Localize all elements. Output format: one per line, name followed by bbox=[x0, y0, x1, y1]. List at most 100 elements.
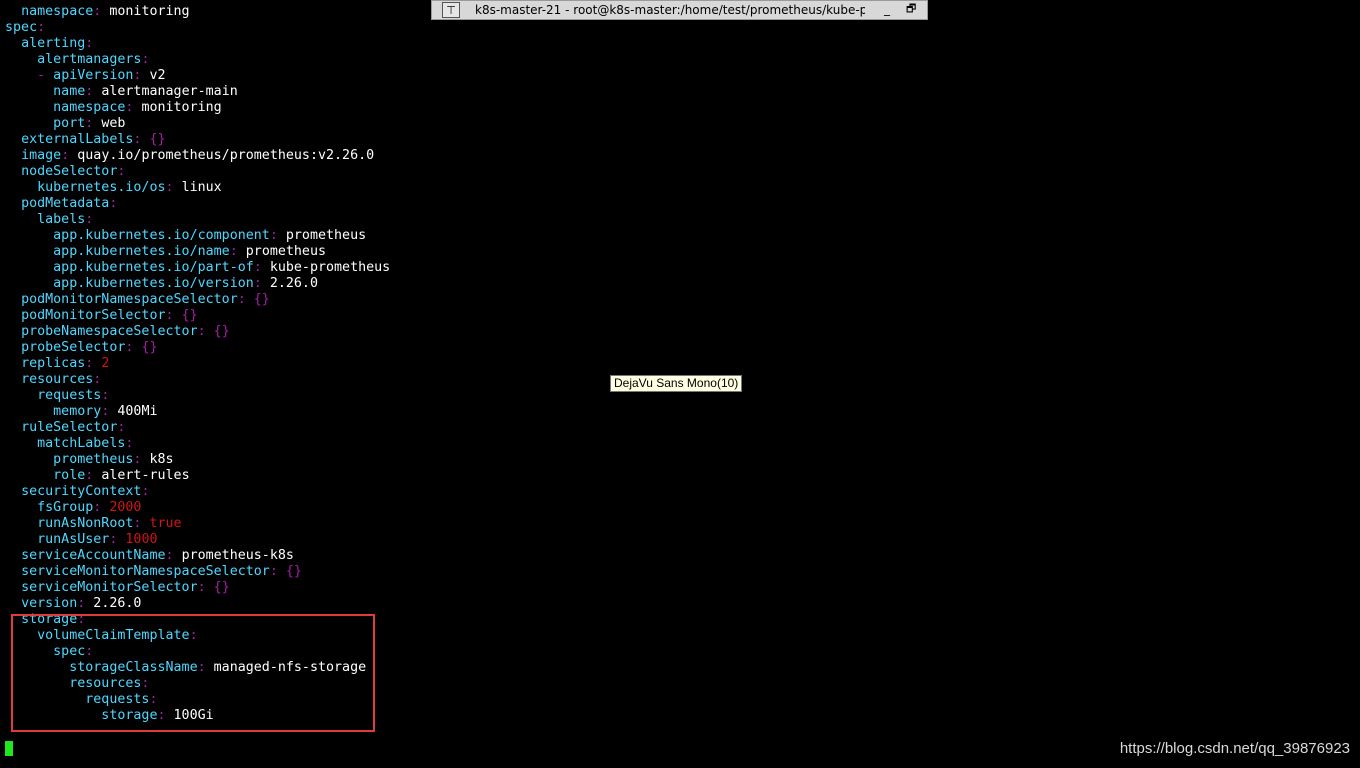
yaml-colon: : bbox=[253, 260, 262, 275]
watermark-url: https://blog.csdn.net/qq_39876923 bbox=[1119, 740, 1350, 757]
terminal-line: runAsNonRoot: true bbox=[5, 516, 390, 532]
yaml-value: prometheus bbox=[245, 244, 327, 259]
yaml-value: kube-prometheus bbox=[269, 260, 391, 275]
yaml-colon: : bbox=[61, 148, 70, 163]
yaml-key: podMetadata bbox=[21, 196, 110, 211]
yaml-colon: : bbox=[229, 244, 238, 259]
terminal-line: app.kubernetes.io/component: prometheus bbox=[5, 228, 390, 244]
minimize-button[interactable]: _ bbox=[884, 1, 890, 17]
terminal-line: externalLabels: {} bbox=[5, 132, 390, 148]
yaml-colon: : bbox=[197, 324, 206, 339]
yaml-key: app.kubernetes.io/component bbox=[53, 228, 270, 243]
yaml-key: securityContext bbox=[21, 484, 142, 499]
yaml-colon: : bbox=[85, 116, 94, 131]
storage-highlight-box bbox=[11, 614, 375, 732]
yaml-key: version bbox=[21, 596, 78, 611]
yaml-key: replicas bbox=[21, 356, 86, 371]
pin-icon[interactable]: ⊤ bbox=[442, 2, 460, 18]
terminal-line: app.kubernetes.io/name: prometheus bbox=[5, 244, 390, 260]
terminal-line: namespace: monitoring bbox=[5, 100, 390, 116]
yaml-value: 2.26.0 bbox=[269, 276, 318, 291]
yaml-colon: : bbox=[93, 372, 102, 387]
terminal-line: serviceMonitorNamespaceSelector: {} bbox=[5, 564, 390, 580]
yaml-colon: : bbox=[109, 196, 118, 211]
yaml-value: {} bbox=[141, 340, 158, 355]
yaml-key: image bbox=[21, 148, 62, 163]
yaml-value: 2 bbox=[101, 356, 110, 371]
terminal-line: securityContext: bbox=[5, 484, 390, 500]
yaml-colon: : bbox=[133, 132, 142, 147]
terminal-line: serviceMonitorSelector: {} bbox=[5, 580, 390, 596]
terminal-line: memory: 400Mi bbox=[5, 404, 390, 420]
terminal-line: serviceAccountName: prometheus-k8s bbox=[5, 548, 390, 564]
yaml-key: externalLabels bbox=[21, 132, 134, 147]
yaml-colon: : bbox=[117, 420, 126, 435]
yaml-key: requests bbox=[37, 388, 102, 403]
yaml-key: resources bbox=[21, 372, 94, 387]
yaml-value: web bbox=[101, 116, 126, 131]
yaml-colon: : bbox=[141, 484, 150, 499]
yaml-colon: : bbox=[85, 356, 94, 371]
terminal-line: kubernetes.io/os: linux bbox=[5, 180, 390, 196]
terminal-line: prometheus: k8s bbox=[5, 452, 390, 468]
yaml-key: spec bbox=[5, 20, 38, 35]
terminal-line: replicas: 2 bbox=[5, 356, 390, 372]
window-titlebar[interactable]: ⊤ k8s-master-21 - root@k8s-master:/home/… bbox=[431, 0, 928, 20]
yaml-key: ruleSelector bbox=[21, 420, 118, 435]
terminal-line: port: web bbox=[5, 116, 390, 132]
list-dash: - bbox=[37, 68, 54, 83]
terminal-line: fsGroup: 2000 bbox=[5, 500, 390, 516]
yaml-value: {} bbox=[181, 308, 198, 323]
yaml-value: linux bbox=[181, 180, 222, 195]
yaml-value: alert-rules bbox=[101, 468, 190, 483]
terminal-line: alertmanagers: bbox=[5, 52, 390, 68]
yaml-key: serviceAccountName bbox=[21, 548, 166, 563]
yaml-colon: : bbox=[85, 212, 94, 227]
yaml-colon: : bbox=[237, 292, 246, 307]
terminal-line: - apiVersion: v2 bbox=[5, 68, 390, 84]
yaml-value: {} bbox=[285, 564, 302, 579]
yaml-colon: : bbox=[77, 596, 86, 611]
yaml-value: monitoring bbox=[109, 4, 190, 19]
window-title: k8s-master-21 - root@k8s-master:/home/te… bbox=[475, 3, 865, 17]
yaml-colon: : bbox=[133, 68, 142, 83]
yaml-value: {} bbox=[253, 292, 270, 307]
yaml-key: serviceMonitorSelector bbox=[21, 580, 198, 595]
yaml-key: podMonitorSelector bbox=[21, 308, 166, 323]
yaml-colon: : bbox=[165, 180, 174, 195]
restore-button[interactable]: 🗗 bbox=[906, 1, 916, 17]
yaml-colon: : bbox=[133, 516, 142, 531]
yaml-key: probeNamespaceSelector bbox=[21, 324, 198, 339]
yaml-colon: : bbox=[269, 228, 278, 243]
yaml-colon: : bbox=[93, 4, 102, 19]
yaml-key: kubernetes.io/os bbox=[37, 180, 166, 195]
yaml-key: probeSelector bbox=[21, 340, 126, 355]
yaml-value: alertmanager-main bbox=[101, 84, 238, 99]
terminal-line: alerting: bbox=[5, 36, 390, 52]
yaml-key: prometheus bbox=[53, 452, 134, 467]
yaml-key: namespace bbox=[53, 100, 126, 115]
yaml-colon: : bbox=[165, 548, 174, 563]
yaml-key: port bbox=[53, 116, 86, 131]
yaml-colon: : bbox=[125, 100, 134, 115]
yaml-value: 2.26.0 bbox=[93, 596, 142, 611]
terminal-line: version: 2.26.0 bbox=[5, 596, 390, 612]
yaml-colon: : bbox=[85, 468, 94, 483]
terminal-line: probeNamespaceSelector: {} bbox=[5, 324, 390, 340]
terminal-line: resources: bbox=[5, 372, 390, 388]
yaml-colon: : bbox=[117, 164, 126, 179]
yaml-value: v2 bbox=[149, 68, 166, 83]
terminal-cursor bbox=[5, 741, 13, 756]
terminal-line: probeSelector: {} bbox=[5, 340, 390, 356]
terminal-line: app.kubernetes.io/version: 2.26.0 bbox=[5, 276, 390, 292]
yaml-colon: : bbox=[165, 308, 174, 323]
yaml-key: alerting bbox=[21, 36, 86, 51]
yaml-key: runAsUser bbox=[37, 532, 110, 547]
yaml-colon: : bbox=[253, 276, 262, 291]
terminal-line: requests: bbox=[5, 388, 390, 404]
yaml-value: k8s bbox=[149, 452, 174, 467]
terminal-window[interactable]: namespace: monitoring spec: alerting: ale… bbox=[0, 0, 1360, 768]
terminal-line: runAsUser: 1000 bbox=[5, 532, 390, 548]
yaml-key: labels bbox=[37, 212, 86, 227]
yaml-colon: : bbox=[133, 452, 142, 467]
